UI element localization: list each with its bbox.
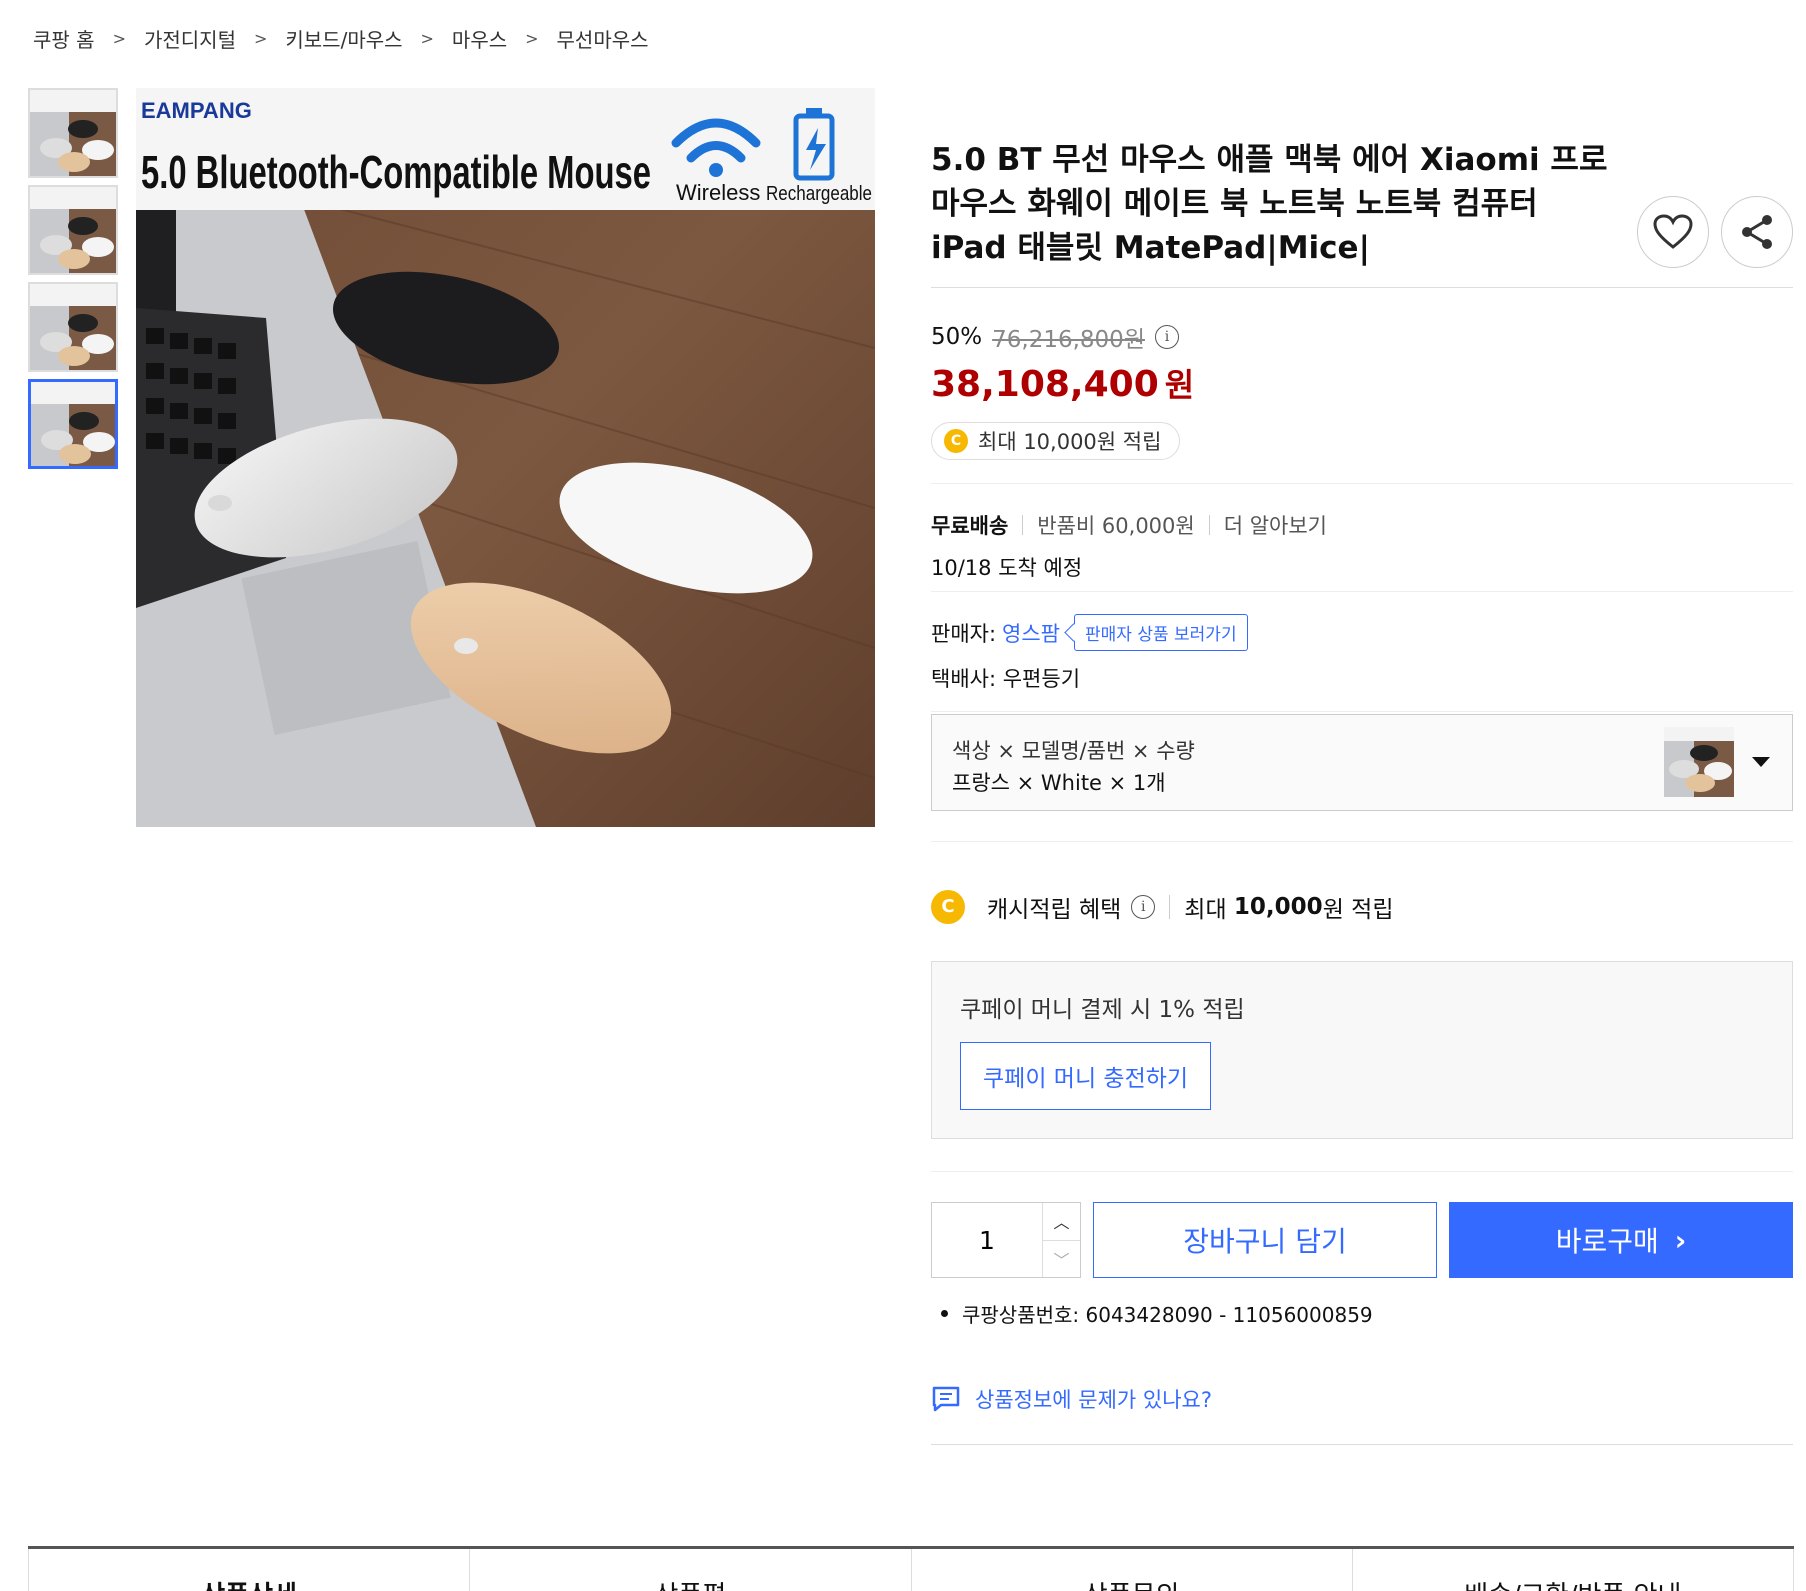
breadcrumb-item-home[interactable]: 쿠팡 홈 <box>33 24 95 53</box>
product-title: 5.0 BT 무선 마우스 애플 맥북 에어 Xiaomi 프로 마우스 화웨이… <box>931 142 1608 266</box>
cash-benefit-prefix: 최대 <box>1184 896 1227 923</box>
coupay-charge-button[interactable]: 쿠페이 머니 충전하기 <box>960 1042 1212 1110</box>
buy-now-button[interactable]: 바로구매 › <box>1449 1202 1793 1278</box>
breadcrumb-item-mouse[interactable]: 마우스 <box>452 24 507 53</box>
breadcrumb-item-keyboard-mouse[interactable]: 키보드/마우스 <box>285 24 402 53</box>
quantity-input[interactable] <box>932 1203 1042 1277</box>
share-button[interactable] <box>1721 196 1793 268</box>
seller-name-link[interactable]: 영스팜 <box>1002 618 1060 648</box>
thumbnail-3[interactable] <box>28 282 118 372</box>
info-icon[interactable]: i <box>1154 325 1179 349</box>
report-issue-link[interactable]: 상품정보에 문제가 있나요? <box>931 1384 1793 1445</box>
thumbnail-2[interactable] <box>28 185 118 275</box>
breadcrumb-item-electronics[interactable]: 가전디지털 <box>144 24 236 53</box>
share-icon <box>1742 215 1772 249</box>
seller-section: 판매자: 영스팜 판매자 상품 보러가기 택배사: 우편등기 <box>931 592 1793 712</box>
sale-price-value: 38,108,400 <box>931 364 1159 405</box>
product-number-text: 쿠팡상품번호: 6043428090 - 11056000859 <box>962 1303 1373 1327</box>
chevron-down-icon <box>1752 757 1770 767</box>
info-icon[interactable]: i <box>1131 894 1156 919</box>
option-thumbnail <box>1664 727 1734 797</box>
arrival-date: 10/18 도착 예정 <box>931 556 1083 580</box>
discount-line: 50% 76,216,800원 i <box>931 320 1793 354</box>
quantity-stepper: ︿ ﹀ <box>931 1202 1081 1278</box>
product-number: 쿠팡상품번호: 6043428090 - 11056000859 <box>931 1299 1793 1328</box>
courier-label: 택배사: <box>931 667 997 691</box>
add-to-cart-button[interactable]: 장바구니 담기 <box>1093 1202 1437 1278</box>
thumbnail-4-selected[interactable] <box>28 379 118 469</box>
coupay-box: 쿠페이 머니 결제 시 1% 적립 쿠페이 머니 충전하기 <box>931 961 1793 1139</box>
cash-benefit-suffix: 원 적립 <box>1322 896 1394 923</box>
discount-rate: 50% <box>931 324 983 350</box>
image-brand-text: EAMPANG <box>141 98 252 123</box>
detail-tabs: 상품상세 상품평 상품문의 배송/교환/반품 안내 <box>28 1546 1794 1591</box>
coin-icon: C <box>931 889 965 924</box>
divider <box>1208 515 1210 535</box>
breadcrumb-separator: > <box>253 29 268 48</box>
image-rechargeable-label: Rechargeable <box>766 183 872 205</box>
courier-name: 우편등기 <box>1002 667 1081 691</box>
tab-questions[interactable]: 상품문의 <box>910 1549 1352 1591</box>
buy-now-label: 바로구매 <box>1555 1225 1659 1258</box>
option-select[interactable]: 색상 × 모델명/품번 × 수량 프랑스 × White × 1개 <box>931 714 1793 811</box>
tab-shipping-returns[interactable]: 배송/교환/반품 안내 <box>1351 1549 1794 1591</box>
heart-icon <box>1653 214 1693 249</box>
thumbnail-list <box>28 88 118 476</box>
learn-more-link[interactable]: 더 알아보기 <box>1224 510 1327 540</box>
free-shipping-label: 무료배송 <box>931 514 1009 538</box>
product-info-panel: 5.0 BT 무선 마우스 애플 맥북 에어 Xiaomi 프로 마우스 화웨이… <box>931 88 1793 1445</box>
tab-reviews[interactable]: 상품평 <box>469 1549 911 1591</box>
tab-product-detail[interactable]: 상품상세 <box>28 1549 470 1591</box>
seller-products-button[interactable]: 판매자 상품 보러가기 <box>1074 614 1248 651</box>
cash-reward-chip: C 최대 10,000원 적립 <box>931 422 1181 460</box>
breadcrumb-item-wireless-mouse[interactable]: 무선마우스 <box>557 24 649 53</box>
coupay-text: 쿠페이 머니 결제 시 1% 적립 <box>960 997 1245 1023</box>
divider <box>1169 894 1171 919</box>
cash-reward-chip-text: 최대 10,000원 적립 <box>978 430 1162 454</box>
quantity-decrease-button[interactable]: ﹀ <box>1043 1239 1080 1278</box>
option-values: 프랑스 × White × 1개 <box>952 771 1166 795</box>
sale-price: 38,108,400 원 <box>931 360 1793 406</box>
cash-benefit-label: 캐시적립 혜택 <box>987 896 1122 923</box>
option-labels: 색상 × 모델명/품번 × 수량 <box>952 739 1195 763</box>
original-price: 76,216,800원 <box>992 327 1145 353</box>
bullet <box>941 1310 948 1317</box>
price-section: 50% 76,216,800원 i 38,108,400 원 C 최대 10,00… <box>931 288 1793 484</box>
title-section: 5.0 BT 무선 마우스 애플 맥북 에어 Xiaomi 프로 마우스 화웨이… <box>931 88 1793 288</box>
main-product-image[interactable]: EAMPANG 5.0 Bluetooth-Compatible Mouse W… <box>136 88 875 827</box>
report-issue-text: 상품정보에 문제가 있나요? <box>975 1388 1213 1412</box>
cash-benefit-section: C 캐시적립 혜택 i 최대 10,000 원 적립 <box>931 841 1793 941</box>
image-wireless-label: Wireless <box>676 180 760 205</box>
purchase-row: ︿ ﹀ 장바구니 담기 바로구매 › <box>931 1171 1793 1279</box>
message-icon <box>932 1386 960 1412</box>
breadcrumb-separator: > <box>112 29 126 48</box>
breadcrumb-separator: > <box>420 29 434 48</box>
image-headline-text: 5.0 Bluetooth-Compatible Mouse <box>141 146 651 198</box>
coin-icon: C <box>944 429 968 453</box>
return-fee: 반품비 60,000원 <box>1037 514 1195 538</box>
quantity-increase-button[interactable]: ︿ <box>1043 1203 1080 1240</box>
wishlist-button[interactable] <box>1637 196 1709 268</box>
divider <box>1022 515 1024 535</box>
cash-benefit-amount: 10,000 <box>1233 893 1323 920</box>
thumbnail-1[interactable] <box>28 88 118 178</box>
chevron-right-icon: › <box>1674 1223 1687 1257</box>
seller-label: 판매자: <box>931 621 997 646</box>
breadcrumb-separator: > <box>525 29 539 48</box>
breadcrumb: 쿠팡 홈 > 가전디지털 > 키보드/마우스 > 마우스 > 무선마우스 <box>33 24 649 53</box>
shipping-section: 무료배송 반품비 60,000원 더 알아보기 10/18 도착 예정 <box>931 484 1793 592</box>
sale-price-currency: 원 <box>1164 366 1195 404</box>
